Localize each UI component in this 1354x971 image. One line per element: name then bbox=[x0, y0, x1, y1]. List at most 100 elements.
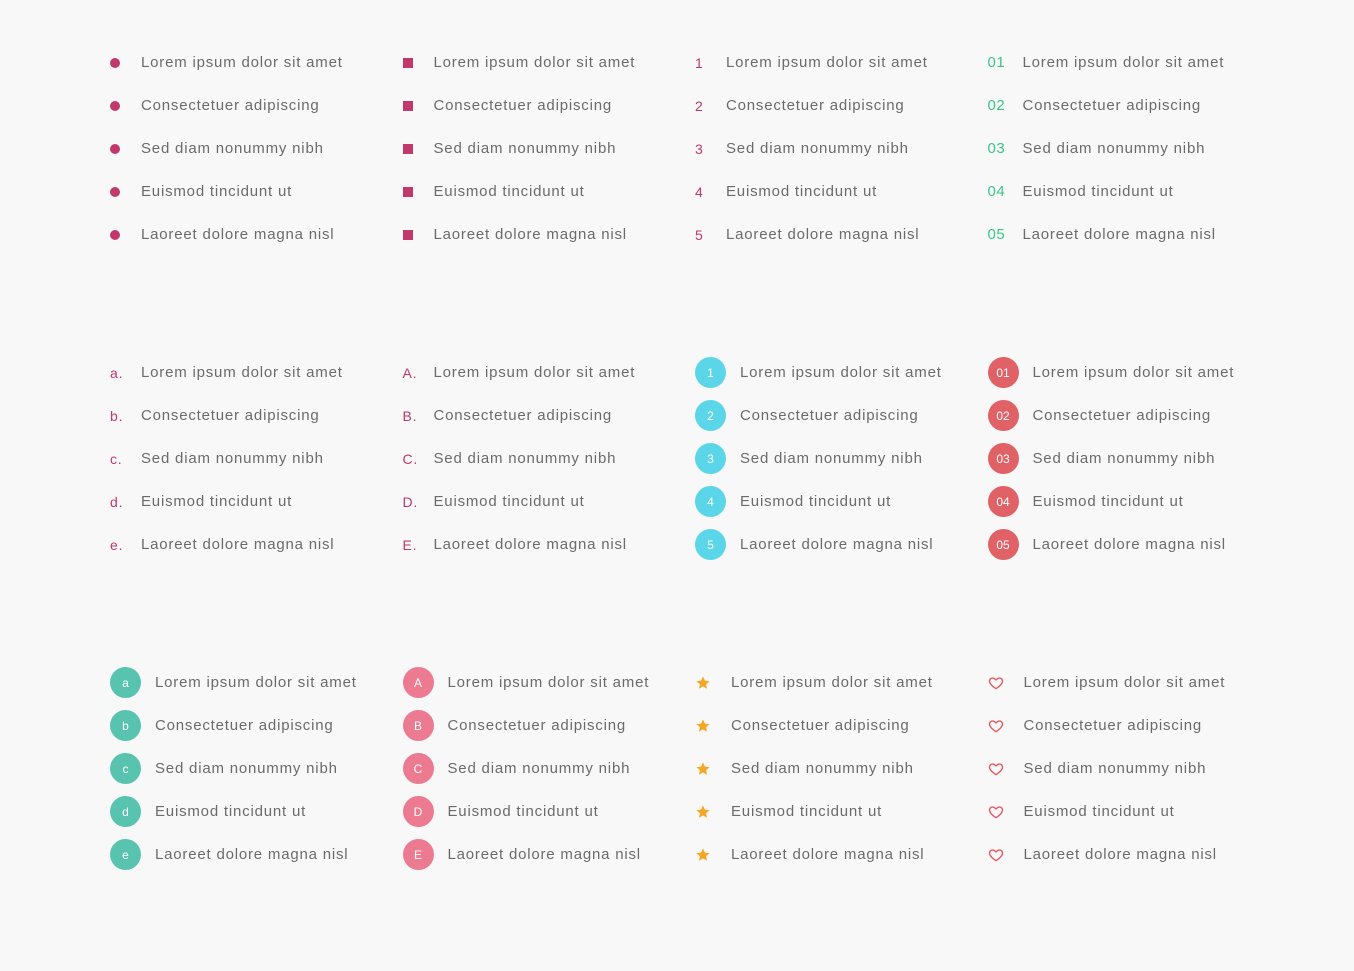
list-item-text: Euismod tincidunt ut bbox=[433, 493, 585, 510]
list-item-text: Lorem ipsum dolor sit amet bbox=[740, 364, 942, 381]
list-item-text: Laoreet dolore magna nisl bbox=[447, 846, 641, 863]
list-item-text: Sed diam nonummy nibh bbox=[141, 450, 324, 467]
list-row: a. Lorem ipsum dolor sit amet b. Consectetu… bbox=[110, 351, 1280, 661]
list-item: B. Consectetuer adipiscing bbox=[403, 394, 696, 437]
list-marker-label: 05 bbox=[987, 529, 1019, 560]
list-item-text: Lorem ipsum dolor sit amet bbox=[447, 674, 650, 691]
list-item-text: Lorem ipsum dolor sit amet bbox=[433, 364, 636, 381]
list-item-text: Laoreet dolore magna nisl bbox=[433, 226, 627, 243]
list-item: B Consectetuer adipiscing bbox=[402, 704, 696, 747]
list-item: Laoreet dolore magna nisl bbox=[110, 213, 403, 256]
list-item: 1 Lorem ipsum dolor sit amet bbox=[695, 41, 988, 84]
bullet-dot-icon bbox=[110, 100, 141, 111]
list-item: e Laoreet dolore magna nisl bbox=[110, 833, 403, 876]
list-marker-circle: 5 bbox=[695, 529, 740, 560]
list-item-text: Euismod tincidunt ut bbox=[1023, 803, 1175, 820]
list-item-text: Lorem ipsum dolor sit amet bbox=[726, 54, 928, 71]
list-item: 3 Sed diam nonummy nibh bbox=[695, 437, 988, 480]
list-item-text: Euismod tincidunt ut bbox=[155, 803, 307, 820]
list-item-text: Sed diam nonummy nibh bbox=[1022, 140, 1206, 157]
list-item-text: Euismod tincidunt ut bbox=[1022, 183, 1174, 200]
bullet-square-icon bbox=[402, 57, 434, 68]
list-item-text: Laoreet dolore magna nisl bbox=[726, 226, 920, 243]
list-column: A Lorem ipsum dolor sit amet B Consectetuer… bbox=[402, 661, 696, 971]
list-item-text: Sed diam nonummy nibh bbox=[1032, 450, 1216, 467]
list-marker-circle: c bbox=[110, 753, 155, 784]
list-item: 4 Euismod tincidunt ut bbox=[695, 480, 988, 523]
list-marker-label: b bbox=[110, 710, 141, 741]
list-circle: 01 Lorem ipsum dolor sit amet 02 Consectetu… bbox=[987, 351, 1281, 566]
list-item: a Lorem ipsum dolor sit amet bbox=[110, 661, 403, 704]
list-item-text: Laoreet dolore magna nisl bbox=[141, 536, 335, 553]
list-num2: 01 Lorem ipsum dolor sit amet 02 Consectetu… bbox=[988, 41, 1281, 256]
list-marker-circle: D bbox=[402, 796, 448, 827]
list-item-text: Sed diam nonummy nibh bbox=[141, 140, 324, 157]
list-item: 03 Sed diam nonummy nibh bbox=[988, 127, 1281, 170]
heart-outline-icon bbox=[988, 675, 1024, 691]
list-marker-label: e bbox=[110, 839, 141, 870]
list-item: d. Euismod tincidunt ut bbox=[110, 480, 403, 523]
list-item: Sed diam nonummy nibh bbox=[110, 127, 403, 170]
list-marker-circle: 04 bbox=[987, 486, 1033, 517]
list-marker-circle: 01 bbox=[987, 357, 1033, 388]
list-marker-label: 04 bbox=[987, 486, 1019, 517]
list-marker-label: c bbox=[110, 753, 141, 784]
list-item-text: Sed diam nonummy nibh bbox=[433, 140, 617, 157]
bullet-square-icon bbox=[402, 143, 434, 154]
list-row: a Lorem ipsum dolor sit amet b Consectetuer… bbox=[110, 661, 1280, 971]
list-item-text: Consectetuer adipiscing bbox=[740, 407, 919, 424]
star-icon bbox=[695, 804, 731, 820]
list-item: Consectetuer adipiscing bbox=[988, 704, 1281, 747]
list-item: 04 Euismod tincidunt ut bbox=[988, 170, 1281, 213]
list-column: 1 Lorem ipsum dolor sit amet 2 Consectetuer… bbox=[695, 351, 988, 661]
list-item-text: Laoreet dolore magna nisl bbox=[1022, 226, 1216, 243]
list-item-text: Sed diam nonummy nibh bbox=[433, 450, 617, 467]
list-marker-circle: E bbox=[402, 839, 448, 870]
list-marker: A. bbox=[402, 364, 418, 381]
list-item-text: Consectetuer adipiscing bbox=[433, 97, 612, 114]
list-item-text: Consectetuer adipiscing bbox=[726, 97, 905, 114]
list-marker: d. bbox=[110, 493, 124, 510]
list-marker: 02 bbox=[987, 97, 1006, 114]
list-column: Lorem ipsum dolor sit amet Consectetuer a… bbox=[402, 41, 696, 351]
list-item: Euismod tincidunt ut bbox=[988, 790, 1281, 833]
bullet-square-icon bbox=[402, 229, 434, 240]
list-item: Sed diam nonummy nibh bbox=[402, 127, 696, 170]
list-marker-circle: 1 bbox=[695, 357, 740, 388]
list-marker: 5 bbox=[695, 226, 704, 243]
list-item-text: Lorem ipsum dolor sit amet bbox=[141, 364, 343, 381]
heart-outline-icon bbox=[988, 718, 1024, 734]
list-item-text: Lorem ipsum dolor sit amet bbox=[731, 674, 933, 691]
list-marker-circle: a bbox=[110, 667, 155, 698]
list-heart: Lorem ipsum dolor sit amet Consectetuer a… bbox=[988, 661, 1281, 876]
list-item-text: Sed diam nonummy nibh bbox=[155, 760, 338, 777]
list-item: E. Laoreet dolore magna nisl bbox=[403, 523, 696, 566]
list-item-text: Consectetuer adipiscing bbox=[141, 407, 320, 424]
list-marker-label: 3 bbox=[695, 443, 726, 474]
list-item: C. Sed diam nonummy nibh bbox=[403, 437, 696, 480]
list-item-text: Lorem ipsum dolor sit amet bbox=[433, 54, 636, 71]
list-item: Euismod tincidunt ut bbox=[110, 170, 403, 213]
list-item: Lorem ipsum dolor sit amet bbox=[402, 41, 696, 84]
list-item: E Laoreet dolore magna nisl bbox=[402, 833, 696, 876]
list-item-text: Sed diam nonummy nibh bbox=[726, 140, 909, 157]
list-marker-label: A bbox=[402, 667, 434, 698]
star-icon bbox=[695, 761, 731, 777]
list-marker: 3 bbox=[695, 140, 704, 157]
list-item-text: Laoreet dolore magna nisl bbox=[141, 226, 335, 243]
list-marker-circle: 3 bbox=[695, 443, 740, 474]
list-marker: E. bbox=[402, 536, 418, 553]
list-item: D. Euismod tincidunt ut bbox=[403, 480, 696, 523]
bullet-dot-icon bbox=[110, 57, 141, 68]
list-item: 5 Laoreet dolore magna nisl bbox=[695, 523, 988, 566]
list-item-text: Euismod tincidunt ut bbox=[731, 803, 883, 820]
list-marker-label: D bbox=[402, 796, 434, 827]
list-circle: A Lorem ipsum dolor sit amet B Consectetuer… bbox=[402, 661, 696, 876]
list-marker-circle: B bbox=[402, 710, 448, 741]
list-item-text: Lorem ipsum dolor sit amet bbox=[1023, 674, 1226, 691]
heart-outline-icon bbox=[988, 761, 1024, 777]
list-marker-circle: C bbox=[402, 753, 448, 784]
list-item-text: Euismod tincidunt ut bbox=[433, 183, 585, 200]
list-marker-circle: e bbox=[110, 839, 155, 870]
list-marker: 05 bbox=[987, 226, 1006, 243]
